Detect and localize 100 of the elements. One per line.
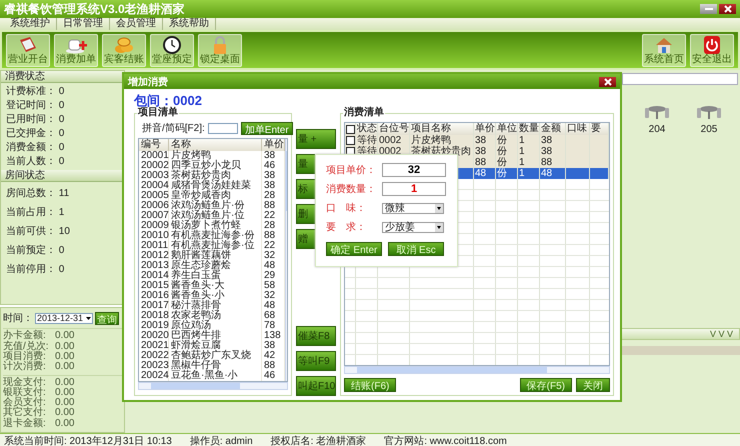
summary-value: 0.00 [55, 352, 74, 362]
section-header: 房间状态 [1, 170, 124, 182]
search-label: 拼音/简码[F2]: [142, 122, 205, 135]
status-item: 已用时间： 0 [6, 114, 66, 125]
status-text: 官方网站: www.coit118.com [384, 434, 507, 446]
table-cell: 20006 [139, 201, 169, 211]
table-number: 204 [648, 124, 666, 135]
table-cell: 20024 [139, 371, 169, 381]
status-item: 当前占用： 1 [6, 207, 66, 218]
table-cell: 20013 [139, 261, 169, 271]
table-cell: 鹅肝酱莲藕饼 [169, 251, 262, 261]
status-text: 系统当前时间: 2013年12月31日 10:13 [4, 434, 172, 446]
status-item: 登记时间： 0 [6, 100, 66, 111]
table-cell: 份 [497, 157, 507, 168]
table-cell: 38 [475, 146, 486, 157]
table-cell: 48 [541, 168, 552, 179]
summary-value: 0.00 [55, 378, 74, 388]
table-cell: 20016 [139, 291, 169, 301]
table-cell: 20005 [139, 191, 169, 201]
table-cell: 秘汁蒸排骨 [169, 301, 262, 311]
field-label: 要 求： [326, 220, 367, 234]
table-cell: 份 [497, 135, 507, 146]
table-cell: 20015 [139, 281, 169, 291]
table-cell: 咸猪骨煲汤娃娃菜 [169, 181, 262, 191]
summary-value: 0.00 [55, 362, 74, 373]
table-cell: 20010 [139, 231, 169, 241]
section-header: 消费状态 [1, 71, 124, 83]
table-cell: 豆花鱼·黑鱼·小 [169, 371, 262, 381]
summary-label: 办卡金额: [3, 331, 47, 342]
status-item: 当前可供： 10 [6, 226, 71, 237]
table-cell: 酱香鱼头·小 [169, 291, 262, 301]
table-cell: 20021 [139, 341, 169, 351]
summary-label: 退卡金额: [3, 418, 47, 429]
table-cell: 原生态珍蘑烩 [169, 261, 262, 271]
table-cell: 有机燕麦扯海参·位 [169, 241, 262, 251]
room-title: 包间：0002 [134, 93, 202, 108]
summary-value: 0.00 [55, 398, 74, 408]
summary-value: 0.00 [55, 342, 74, 352]
group-title: 消费清单 [343, 108, 385, 118]
summary-value: 0.00 [55, 418, 74, 429]
table-cell: 酱香鱼头·大 [169, 281, 262, 291]
summary-label: 充值/兑次: [3, 342, 50, 352]
table-cell: 20012 [139, 251, 169, 261]
table-cell: 杏鲍菇炒广东叉烧 [169, 351, 262, 361]
status-text: 操作员: admin [190, 434, 253, 446]
table-number: 205 [700, 124, 718, 135]
status-item: 计费标准： 0 [6, 86, 66, 97]
table-cell: 20014 [139, 271, 169, 281]
table-cell: 份 [497, 146, 507, 157]
table-cell: 38 [541, 135, 552, 146]
summary-label: 计次消费: [3, 362, 47, 373]
table-cell: 四季豆炒小龙贝 [169, 161, 262, 171]
table-cell: 银汤萝卜煮竹蛏 [169, 221, 262, 231]
summary-label: 现金支付: [3, 378, 47, 388]
field-label: 口 味： [326, 202, 367, 215]
table-cell: 20009 [139, 221, 169, 231]
table-cell: 0002 [379, 135, 402, 146]
table-cell: 虾滑烩豆腐 [169, 341, 262, 351]
table-cell: 20007 [139, 211, 169, 221]
summary-value: 0.00 [55, 408, 74, 419]
dialog-title: 增加消费 [128, 76, 168, 88]
table-cell: 份 [497, 168, 507, 179]
table-cell: 20017 [139, 301, 169, 311]
status-text: 授权店名: 老渔耕酒家 [270, 434, 366, 446]
table-cell: 20003 [139, 171, 169, 181]
table-cell: 38 [541, 146, 552, 157]
field-label: 消费数量： [326, 182, 377, 196]
table-cell: 片皮烤鸭 [169, 151, 262, 161]
table-cell: 1 [519, 146, 525, 157]
table-cell: 20011 [139, 241, 169, 251]
window-title: 睿祺餐饮管理系统V3.0老渔耕酒家 [4, 0, 185, 18]
table-cell: 巴西烤牛排 [169, 331, 262, 341]
summary-value: 0.00 [55, 331, 74, 342]
summary-value: 0.00 [55, 388, 74, 398]
table-cell: 20019 [139, 321, 169, 331]
table-cell: 20022 [139, 351, 169, 361]
table-cell: 养生白玉蛋 [169, 271, 262, 281]
status-item: 当前停用： 0 [6, 264, 66, 275]
table-cell: 1 [519, 168, 525, 179]
status-item: 当前预定： 0 [6, 245, 66, 256]
table-cell: 黑椒牛仔骨 [169, 361, 262, 371]
time-label: 时间： [3, 312, 33, 326]
table-cell: 1 [519, 157, 525, 168]
table-cell: 20004 [139, 181, 169, 191]
status-item: 已交押金： 0 [6, 128, 66, 139]
summary-label: 项目消费: [3, 352, 47, 362]
summary-label: 银联支付: [3, 388, 47, 398]
table-cell: 20001 [139, 151, 169, 161]
table-cell: 等待 [357, 135, 377, 146]
table-cell: 20002 [139, 161, 169, 171]
table-cell: 茶树菇炒贵肉 [169, 171, 262, 181]
table-cell: 48 [475, 168, 486, 179]
summary-label: 其它支付: [3, 408, 47, 418]
status-item: 消费金额： 0 [6, 142, 66, 153]
group-title: 项目清单 [137, 108, 179, 118]
table-cell: 20018 [139, 311, 169, 321]
status-item: 房间总数： 11 [6, 188, 70, 199]
table-cell: 原位鸡汤 [169, 321, 262, 331]
table-cell: 88 [475, 157, 486, 168]
table-cell: 农家老鸭汤 [169, 311, 262, 321]
